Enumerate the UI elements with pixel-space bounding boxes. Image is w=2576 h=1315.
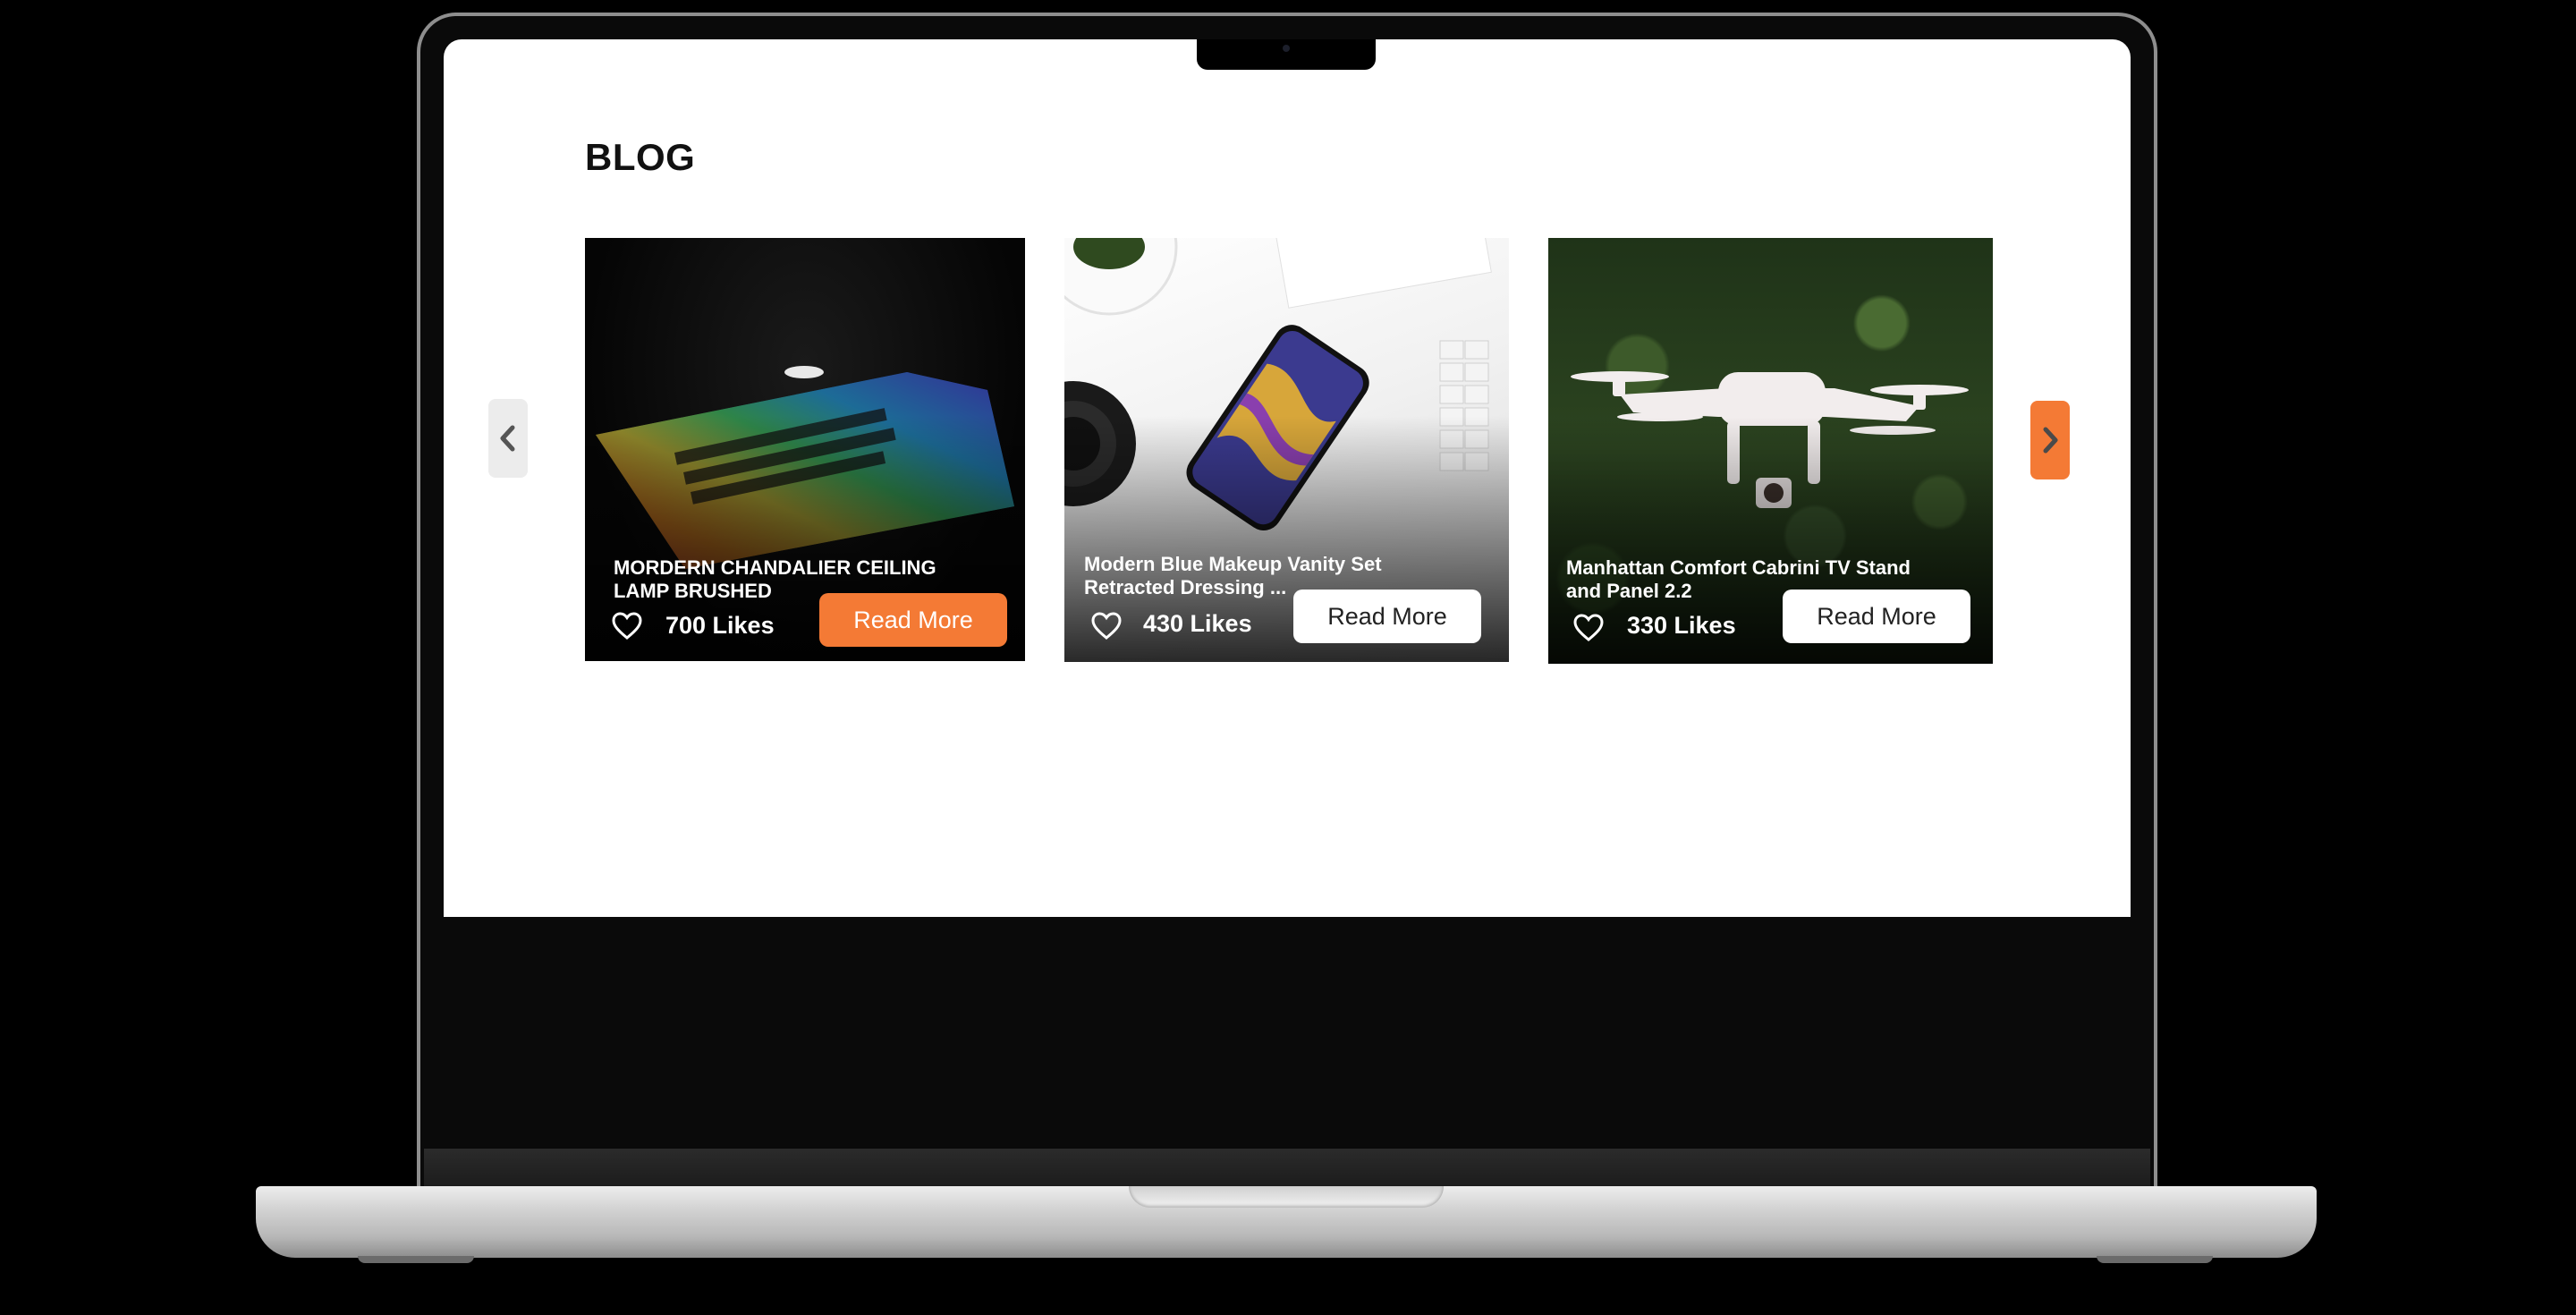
read-more-button[interactable]: Read More (819, 593, 1007, 647)
laptop-foot (358, 1256, 474, 1263)
likes-count: 430 Likes (1143, 610, 1252, 637)
chevron-left-icon (500, 425, 515, 452)
camera-notch (1197, 39, 1376, 70)
likes-count: 700 Likes (665, 612, 775, 639)
camera-icon (1283, 45, 1290, 52)
laptop-opening-lip (1129, 1186, 1444, 1208)
carousel-next-button[interactable] (2030, 401, 2070, 479)
laptop-bezel-bottom (424, 1149, 2150, 1190)
chevron-right-icon (2043, 427, 2058, 454)
blog-card: MORDERN CHANDALIER CEILING LAMP BRUSHED … (585, 238, 1025, 661)
laptop-screen: BLOG MORDERN CHANDALIER CEILING LAMP BRU… (444, 39, 2131, 917)
read-more-button[interactable]: Read More (1783, 590, 1970, 643)
read-more-button[interactable]: Read More (1293, 590, 1481, 643)
heart-icon[interactable] (1573, 614, 1604, 642)
heart-icon[interactable] (1091, 612, 1122, 641)
page-title: BLOG (585, 136, 696, 178)
heart-icon[interactable] (612, 612, 642, 641)
laptop-mockup: BLOG MORDERN CHANDALIER CEILING LAMP BRU… (0, 0, 2576, 1315)
carousel-prev-button[interactable] (488, 399, 528, 478)
likes-count: 330 Likes (1627, 612, 1736, 639)
blog-card: Modern Blue Makeup Vanity Set Retracted … (1064, 238, 1509, 662)
blog-card: Manhattan Comfort Cabrini TV Stand and P… (1548, 238, 1993, 664)
laptop-foot (2097, 1256, 2213, 1263)
